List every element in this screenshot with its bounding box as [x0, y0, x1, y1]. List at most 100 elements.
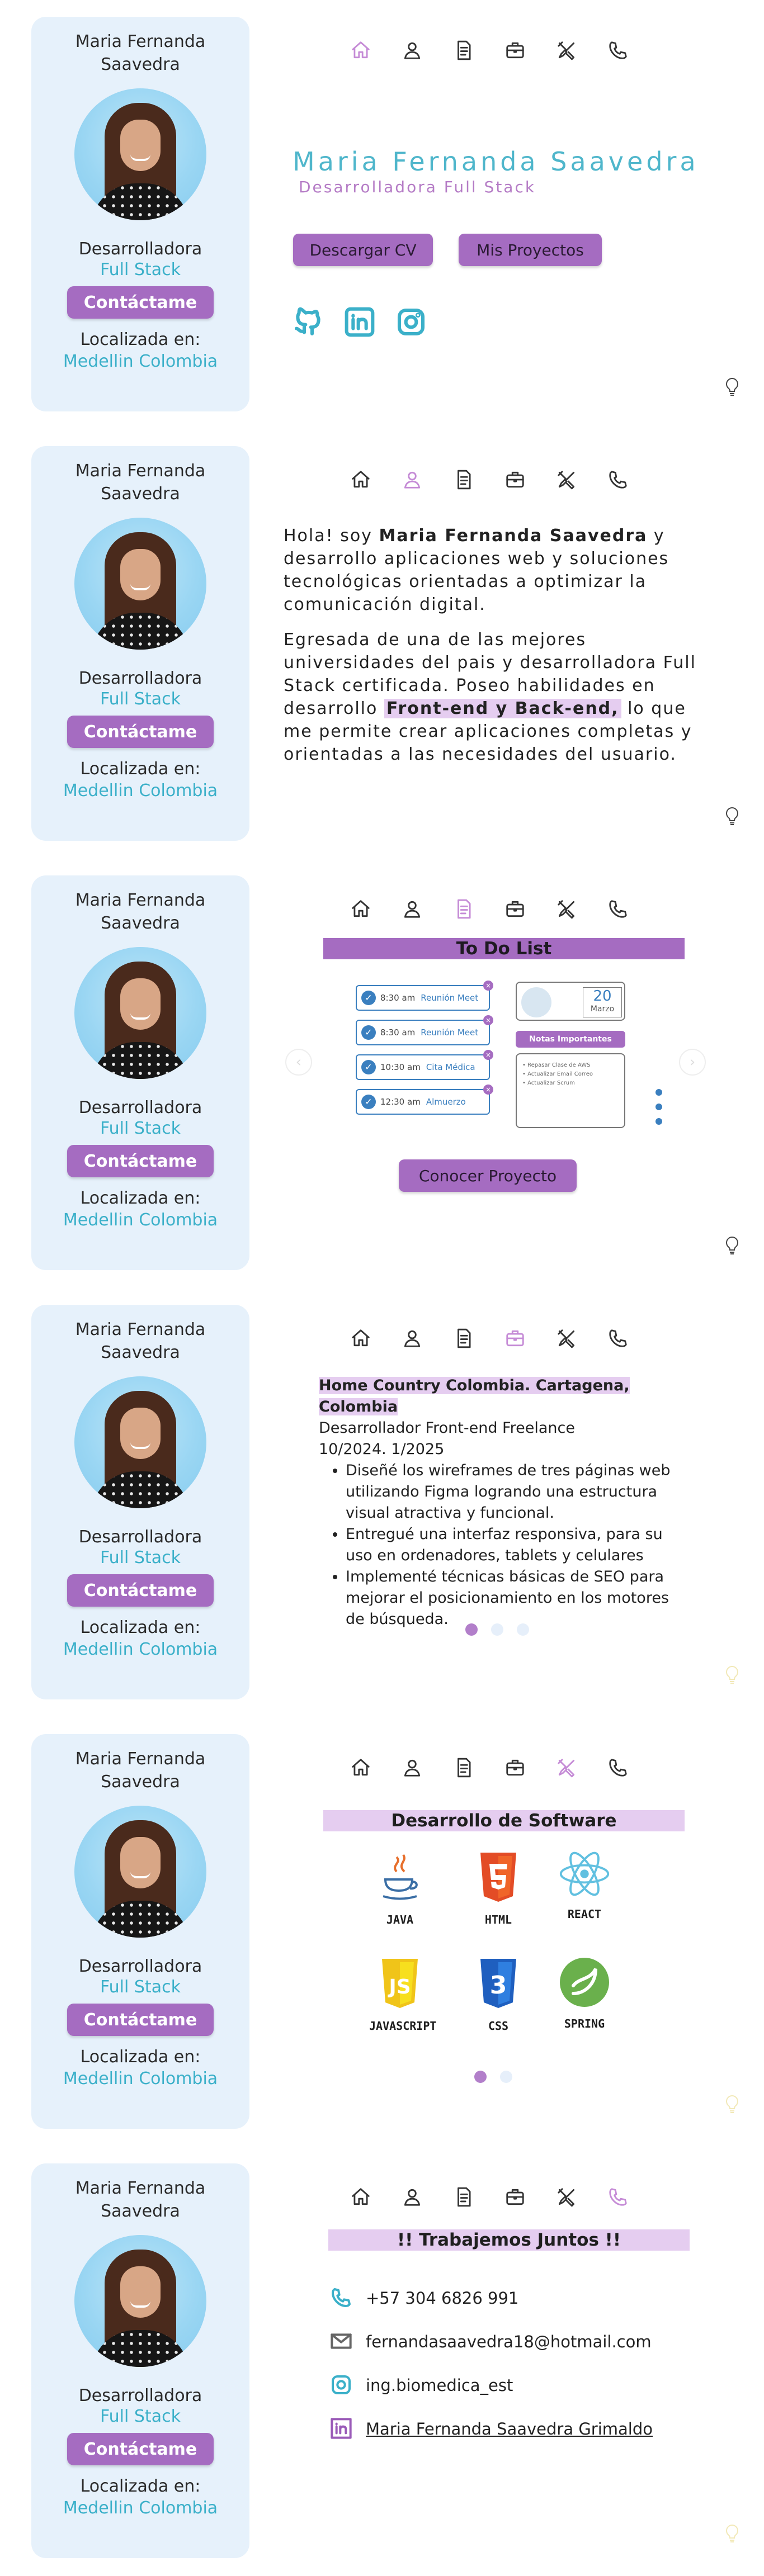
contact-button[interactable]: Contáctame: [67, 2433, 214, 2465]
profile-card: Maria Fernanda Saavedra Desarrolladora F…: [31, 17, 249, 411]
home-icon[interactable]: [350, 898, 372, 920]
phone-icon[interactable]: [607, 1756, 629, 1779]
briefcase-icon[interactable]: [504, 468, 526, 491]
theme-bulb-icon[interactable]: [724, 2523, 741, 2544]
briefcase-icon[interactable]: [504, 1327, 526, 1349]
pagination-dot[interactable]: [465, 1623, 478, 1636]
phone-icon[interactable]: [607, 898, 629, 920]
java-logo: JAVA: [369, 1850, 431, 1926]
task-item: ✓ 10:30 am Cita Médica ×: [356, 1050, 493, 1080]
tools-icon[interactable]: [555, 39, 578, 61]
job-dates: 10/2024. 1/2025: [319, 1441, 445, 1458]
pagination-dot[interactable]: [474, 2071, 487, 2083]
spring-logo: SPRING: [554, 1954, 615, 2030]
contact-button[interactable]: Contáctame: [67, 286, 214, 319]
contact-instagram[interactable]: ing.biomedica_est: [330, 2374, 513, 2397]
home-icon[interactable]: [350, 1756, 372, 1779]
briefcase-icon[interactable]: [504, 39, 526, 61]
briefcase-icon[interactable]: [504, 1756, 526, 1779]
user-icon[interactable]: [401, 468, 423, 491]
home-icon[interactable]: [350, 39, 372, 61]
user-icon[interactable]: [401, 898, 423, 920]
pagination-dot[interactable]: [500, 2071, 512, 2083]
list-item: Entregué una interfaz responsiva, para s…: [346, 1524, 682, 1566]
instagram-icon: [330, 2374, 353, 2397]
company-name: Home Country Colombia. Cartagena, Colomb…: [319, 1377, 630, 1415]
contact-phone[interactable]: +57 304 6826 991: [330, 2286, 518, 2310]
linkedin-icon[interactable]: [344, 306, 375, 338]
top-nav: [350, 898, 629, 920]
phone-icon[interactable]: [607, 468, 629, 491]
home-icon[interactable]: [350, 2186, 372, 2208]
contact-email[interactable]: fernandasaavedra18@hotmail.com: [330, 2330, 652, 2354]
theme-bulb-icon[interactable]: [724, 2094, 741, 2114]
user-icon[interactable]: [401, 1327, 423, 1349]
location-label: Localizada en:: [80, 1618, 201, 1637]
about-paragraph-1: Hola! soy Maria Fernanda Saavedra y desa…: [284, 526, 669, 614]
profile-stack: Full Stack: [100, 689, 181, 709]
pagination-dot[interactable]: [517, 1623, 529, 1636]
profile-role: Desarrolladora: [78, 1527, 202, 1547]
theme-bulb-icon[interactable]: [724, 1665, 741, 1685]
tools-icon[interactable]: [555, 468, 578, 491]
tools-icon[interactable]: [555, 1327, 578, 1349]
skills-title: Desarrollo de Software: [323, 1810, 685, 1831]
briefcase-icon[interactable]: [504, 2186, 526, 2208]
tools-icon[interactable]: [555, 2186, 578, 2208]
theme-bulb-icon[interactable]: [724, 1235, 741, 1256]
phone-icon[interactable]: [607, 1327, 629, 1349]
theme-bulb-icon[interactable]: [724, 806, 741, 826]
about-text: Hola! soy Maria Fernanda Saavedra y desa…: [284, 524, 709, 778]
user-icon[interactable]: [401, 39, 423, 61]
profile-stack: Full Stack: [100, 1977, 181, 1997]
contact-button[interactable]: Contáctame: [67, 1145, 214, 1177]
calendar-widget: 20 Marzo: [516, 982, 625, 1021]
document-icon[interactable]: [452, 2186, 475, 2208]
carousel-next-icon[interactable]: ›: [679, 1049, 706, 1076]
briefcase-icon[interactable]: [504, 898, 526, 920]
document-icon[interactable]: [452, 898, 475, 920]
profile-stack: Full Stack: [100, 2407, 181, 2426]
avatar: [74, 947, 206, 1079]
document-icon[interactable]: [452, 39, 475, 61]
github-icon[interactable]: [293, 306, 324, 338]
document-icon[interactable]: [452, 1327, 475, 1349]
carousel-prev-icon[interactable]: ‹: [285, 1049, 312, 1076]
avatar: [74, 88, 206, 220]
profile-card: Maria Fernanda Saavedra Desarrolladora F…: [31, 2163, 249, 2558]
instagram-icon[interactable]: [395, 306, 427, 338]
tools-icon[interactable]: [555, 898, 578, 920]
view-project-button[interactable]: Conocer Proyecto: [399, 1159, 577, 1192]
location-value: Medellin Colombia: [63, 1640, 218, 1659]
profile-name: Maria Fernanda Saavedra: [75, 461, 206, 504]
avatar: [74, 1376, 206, 1508]
phone-icon[interactable]: [607, 2186, 629, 2208]
my-projects-button[interactable]: Mis Proyectos: [459, 234, 602, 266]
download-cv-button[interactable]: Descargar CV: [293, 234, 433, 266]
project-screenshot[interactable]: ✓ 8:30 am Reunión Meet × ✓ 8:30 am Reunión Me…: [356, 979, 662, 1142]
contact-button[interactable]: Contáctame: [67, 1574, 214, 1607]
location-label: Localizada en:: [80, 1188, 201, 1208]
section-projects: Maria Fernanda Saavedra Desarrolladora F…: [0, 859, 764, 1288]
document-icon[interactable]: [452, 468, 475, 491]
notes-list: • Repasar Clase de AWS • Actualizar Emai…: [516, 1053, 625, 1128]
phone-icon[interactable]: [607, 39, 629, 61]
contact-linkedin[interactable]: Maria Fernanda Saavedra Grimaldo: [330, 2417, 653, 2441]
pagination-dot[interactable]: [491, 1623, 503, 1636]
contact-button[interactable]: Contáctame: [67, 2004, 214, 2036]
theme-bulb-icon[interactable]: [724, 377, 741, 397]
contact-title: !! Trabajemos Juntos !!: [328, 2229, 690, 2251]
location-label: Localizada en:: [80, 2047, 201, 2067]
tools-icon[interactable]: [555, 1756, 578, 1779]
profile-name: Maria Fernanda Saavedra: [75, 1749, 206, 1792]
contact-button[interactable]: Contáctame: [67, 716, 214, 748]
avatar: [74, 1806, 206, 1938]
home-icon[interactable]: [350, 468, 372, 491]
home-icon[interactable]: [350, 1327, 372, 1349]
profile-role: Desarrolladora: [78, 2386, 202, 2405]
document-icon[interactable]: [452, 1756, 475, 1779]
user-icon[interactable]: [401, 2186, 423, 2208]
user-icon[interactable]: [401, 1756, 423, 1779]
project-title: To Do List: [323, 938, 685, 959]
profile-role: Desarrolladora: [78, 1098, 202, 1117]
